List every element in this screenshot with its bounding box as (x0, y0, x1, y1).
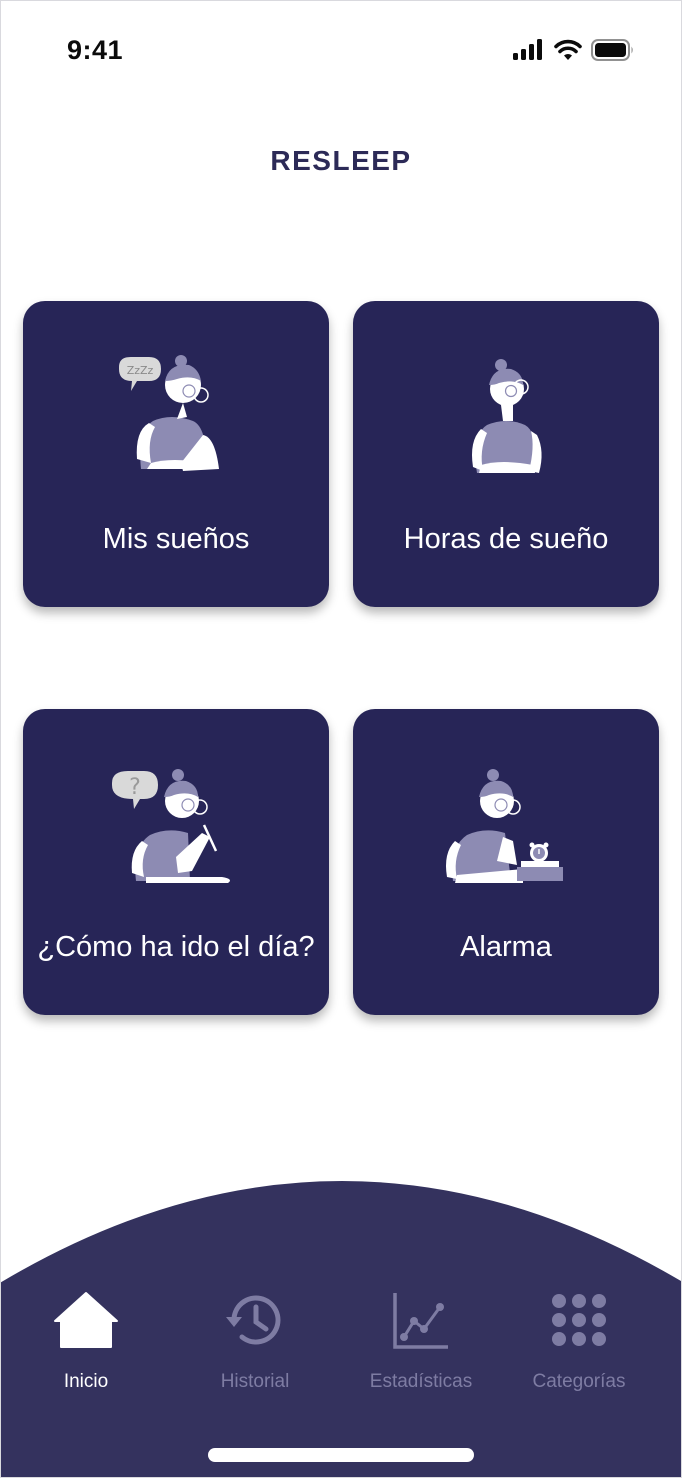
home-indicator[interactable] (208, 1448, 474, 1462)
nav-item-historial[interactable]: Historial (170, 1291, 340, 1401)
nav-item-estadisticas[interactable]: Estadísticas (336, 1291, 506, 1401)
bubble-zzz-text: ZzZz (127, 364, 154, 377)
status-time: 9:41 (67, 35, 124, 65)
status-icons (513, 39, 635, 61)
person-writing-illustration: ? (112, 769, 230, 883)
card-label: Alarma (460, 931, 552, 963)
card-como-ha-ido-el-dia[interactable]: ? ¿Cómo ha ido el día? (23, 709, 329, 1015)
phone-screen: 9:41 RESLEEP ZzZz Mis sueños Horas de su… (0, 0, 682, 1478)
battery-icon (591, 39, 633, 61)
home-icon (54, 1292, 118, 1348)
person-with-alarm-clock-illustration (446, 769, 563, 883)
card-alarma[interactable]: Alarma (353, 709, 659, 1015)
nav-item-categorias[interactable]: Categorías (494, 1291, 664, 1401)
card-label: Mis sueños (102, 523, 250, 555)
card-horas-de-sueno[interactable]: Horas de sueño (353, 301, 659, 607)
nav-label: Estadísticas (369, 1371, 473, 1392)
history-icon (226, 1295, 281, 1345)
person-sleeping-illustration: ZzZz (119, 355, 219, 471)
bubble-question-text: ? (129, 775, 141, 800)
app-title: RESLEEP (270, 145, 412, 176)
card-mis-suenos[interactable]: ZzZz Mis sueños (23, 301, 329, 607)
cellular-signal-icon (513, 39, 542, 60)
nav-label: Inicio (63, 1371, 109, 1392)
card-label: Horas de sueño (403, 523, 609, 555)
card-label: ¿Cómo ha ido el día? (37, 931, 315, 963)
nav-label: Historial (220, 1371, 290, 1392)
chart-icon (393, 1293, 448, 1349)
grid-icon (552, 1294, 606, 1346)
wifi-icon (554, 39, 582, 60)
nav-label: Categorías (532, 1371, 626, 1392)
nav-item-inicio[interactable]: Inicio (1, 1291, 171, 1401)
person-resting-illustration (472, 359, 542, 473)
